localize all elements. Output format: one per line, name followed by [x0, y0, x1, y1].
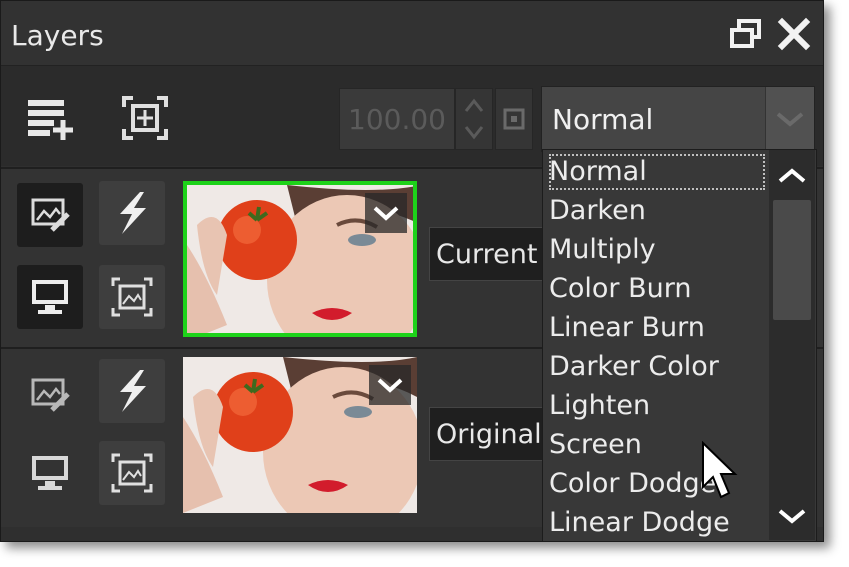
- dropdown-scrollbar[interactable]: [769, 150, 815, 540]
- blend-option-color-burn[interactable]: Color Burn: [549, 271, 765, 307]
- panel-titlebar: Layers: [1, 1, 823, 65]
- mouse-cursor-icon: [701, 440, 739, 505]
- blend-mode-dropdown-list: Normal Darken Multiply Color Burn Linear…: [542, 149, 817, 541]
- blend-option-lighten[interactable]: Lighten: [549, 388, 765, 424]
- lightning-icon[interactable]: [99, 359, 165, 423]
- opacity-lock-icon[interactable]: [495, 88, 533, 150]
- add-layer-icon[interactable]: [23, 94, 75, 142]
- close-icon[interactable]: [775, 15, 813, 53]
- blend-option-linear-burn[interactable]: Linear Burn: [549, 310, 765, 346]
- blend-mode-select[interactable]: Normal: [541, 86, 815, 152]
- layer-name-field[interactable]: Current: [429, 227, 559, 281]
- layer-thumbnail[interactable]: [183, 181, 417, 337]
- blend-option-darker-color[interactable]: Darker Color: [549, 349, 765, 385]
- monitor-visibility-icon[interactable]: [17, 441, 83, 505]
- layers-panel: Layers 100.00 Normal Current Original No…: [0, 0, 824, 542]
- opacity-stepper[interactable]: [455, 88, 493, 150]
- blend-option-darken[interactable]: Darken: [549, 193, 765, 229]
- layer-thumbnail[interactable]: [183, 357, 417, 513]
- chevron-down-icon[interactable]: [769, 496, 815, 536]
- edit-image-icon[interactable]: [17, 363, 83, 427]
- edit-image-icon[interactable]: [17, 183, 83, 247]
- chevron-down-icon[interactable]: [765, 87, 814, 151]
- blend-option-multiply[interactable]: Multiply: [549, 232, 765, 268]
- monitor-visibility-icon[interactable]: [17, 265, 83, 329]
- scrollbar-thumb[interactable]: [773, 200, 811, 320]
- lightning-icon[interactable]: [99, 181, 165, 245]
- blend-option-normal[interactable]: Normal: [549, 154, 765, 190]
- blend-mode-value: Normal: [552, 103, 654, 136]
- window-restore-icon[interactable]: [727, 15, 765, 53]
- layer-name-field[interactable]: Original: [429, 407, 559, 461]
- image-frame-icon[interactable]: [99, 441, 165, 505]
- opacity-field[interactable]: 100.00: [339, 88, 455, 150]
- chevron-up-icon[interactable]: [769, 156, 815, 196]
- fit-frame-icon[interactable]: [119, 94, 171, 142]
- image-frame-icon[interactable]: [99, 265, 165, 329]
- panel-title: Layers: [11, 19, 104, 52]
- chevron-down-icon[interactable]: [369, 365, 411, 405]
- chevron-down-icon[interactable]: [365, 193, 407, 233]
- blend-option-linear-dodge[interactable]: Linear Dodge: [549, 505, 765, 541]
